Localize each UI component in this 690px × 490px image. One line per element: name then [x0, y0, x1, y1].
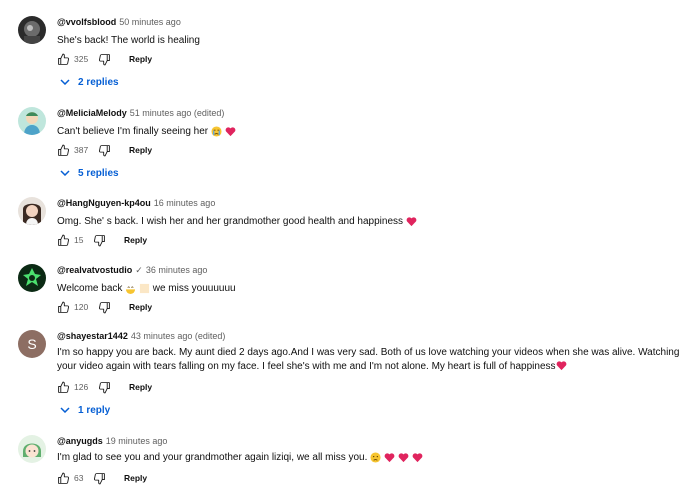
- avatar-letter: S: [27, 336, 37, 352]
- comment-header: @MeliciaMelody 51 minutes ago (edited): [57, 107, 224, 119]
- author-name[interactable]: @MeliciaMelody: [57, 108, 127, 118]
- reply-button[interactable]: Reply: [124, 235, 147, 245]
- red-heart-icon: [225, 127, 236, 136]
- view-replies-button[interactable]: 2 replies: [60, 77, 119, 88]
- replies-label: 5 replies: [78, 168, 119, 179]
- comment-text: Welcome back we miss youuuuuu: [57, 282, 682, 296]
- comment-text-before: Welcome back: [57, 283, 123, 294]
- comment-text: I'm so happy you are back. My aunt died …: [57, 346, 682, 373]
- comment-header: @HangNguyen-kp4ou 16 minutes ago: [57, 197, 215, 209]
- like-count: 15: [74, 235, 84, 245]
- comment-text-body: Omg. She' s back. I wish her and her gra…: [57, 216, 404, 227]
- avatar[interactable]: [18, 197, 46, 225]
- like-count: 387: [74, 145, 89, 155]
- comment-header: @vvolfsblood 50 minutes ago: [57, 16, 181, 28]
- comment-text: Omg. She' s back. I wish her and her gra…: [57, 215, 682, 229]
- like-count: 126: [74, 382, 89, 392]
- comment-text-after: we miss youuuuuu: [152, 283, 236, 294]
- sad-face-icon: [370, 452, 381, 463]
- author-name[interactable]: @anyugds: [57, 436, 103, 446]
- comment-text: She's back! The world is healing: [57, 35, 200, 46]
- author-name[interactable]: @realvatvostudio: [57, 265, 132, 275]
- view-replies-button[interactable]: 1 reply: [60, 405, 110, 416]
- reply-button[interactable]: Reply: [129, 382, 152, 392]
- timestamp[interactable]: 36 minutes ago: [146, 265, 208, 275]
- thumbs-up-icon[interactable]: [57, 144, 70, 157]
- smiling-face-icon: [126, 286, 136, 294]
- comment-text-body: Can't believe I'm finally seeing her: [57, 126, 209, 137]
- avatar[interactable]: [18, 435, 46, 463]
- view-replies-button[interactable]: 5 replies: [60, 168, 119, 179]
- comment-text: Can't believe I'm finally seeing her: [57, 125, 682, 139]
- comment-header: @realvatvostudio ✓ 36 minutes ago: [57, 264, 207, 276]
- red-heart-icon: [406, 217, 417, 226]
- verified-check-icon: ✓: [135, 265, 143, 275]
- red-heart-icon: [384, 453, 395, 462]
- reply-button[interactable]: Reply: [124, 473, 147, 483]
- comment-text: I'm glad to see you and your grandmother…: [57, 451, 682, 465]
- thumbs-up-icon[interactable]: [57, 301, 70, 314]
- reply-button[interactable]: Reply: [129, 54, 152, 64]
- author-name[interactable]: @shayestar1442: [57, 331, 128, 341]
- reply-button[interactable]: Reply: [129, 302, 152, 312]
- timestamp[interactable]: 19 minutes ago: [106, 436, 168, 446]
- author-name[interactable]: @vvolfsblood: [57, 17, 116, 27]
- thumbs-down-icon[interactable]: [98, 301, 111, 314]
- red-heart-icon: [398, 453, 409, 462]
- comment-header: @shayestar1442 43 minutes ago (edited): [57, 330, 225, 342]
- comment-text-body: I'm so happy you are back. My aunt died …: [57, 347, 680, 372]
- thumbs-up-icon[interactable]: [57, 234, 70, 247]
- thumbs-down-icon[interactable]: [98, 53, 111, 66]
- reply-button[interactable]: Reply: [129, 145, 152, 155]
- thumbs-down-icon[interactable]: [98, 381, 111, 394]
- red-heart-icon: [412, 453, 422, 462]
- like-count: 120: [74, 302, 89, 312]
- author-name[interactable]: @HangNguyen-kp4ou: [57, 198, 151, 208]
- blank-square-icon: [139, 283, 150, 293]
- thumbs-down-icon[interactable]: [98, 144, 111, 157]
- thumbs-up-icon[interactable]: [57, 472, 70, 485]
- avatar[interactable]: [18, 264, 46, 292]
- chevron-down-icon: [60, 407, 70, 414]
- crying-face-icon: [211, 126, 222, 137]
- timestamp[interactable]: 16 minutes ago: [154, 198, 216, 208]
- avatar[interactable]: S: [18, 330, 46, 358]
- avatar[interactable]: [18, 107, 46, 135]
- comment-text-body: I'm glad to see you and your grandmother…: [57, 452, 368, 463]
- timestamp[interactable]: 51 minutes ago (edited): [130, 108, 225, 118]
- replies-label: 2 replies: [78, 77, 119, 88]
- timestamp[interactable]: 43 minutes ago (edited): [131, 331, 226, 341]
- thumbs-up-icon[interactable]: [57, 53, 70, 66]
- chevron-down-icon: [60, 170, 70, 177]
- avatar[interactable]: [18, 16, 46, 44]
- like-count: 325: [74, 54, 89, 64]
- thumbs-up-icon[interactable]: [57, 381, 70, 394]
- thumbs-down-icon[interactable]: [93, 234, 106, 247]
- replies-label: 1 reply: [78, 405, 111, 416]
- like-count: 63: [74, 473, 84, 483]
- chevron-down-icon: [60, 79, 70, 86]
- timestamp[interactable]: 50 minutes ago: [119, 17, 181, 27]
- comment-header: @anyugds 19 minutes ago: [57, 435, 167, 447]
- thumbs-down-icon[interactable]: [93, 472, 106, 485]
- red-heart-icon: [556, 361, 566, 371]
